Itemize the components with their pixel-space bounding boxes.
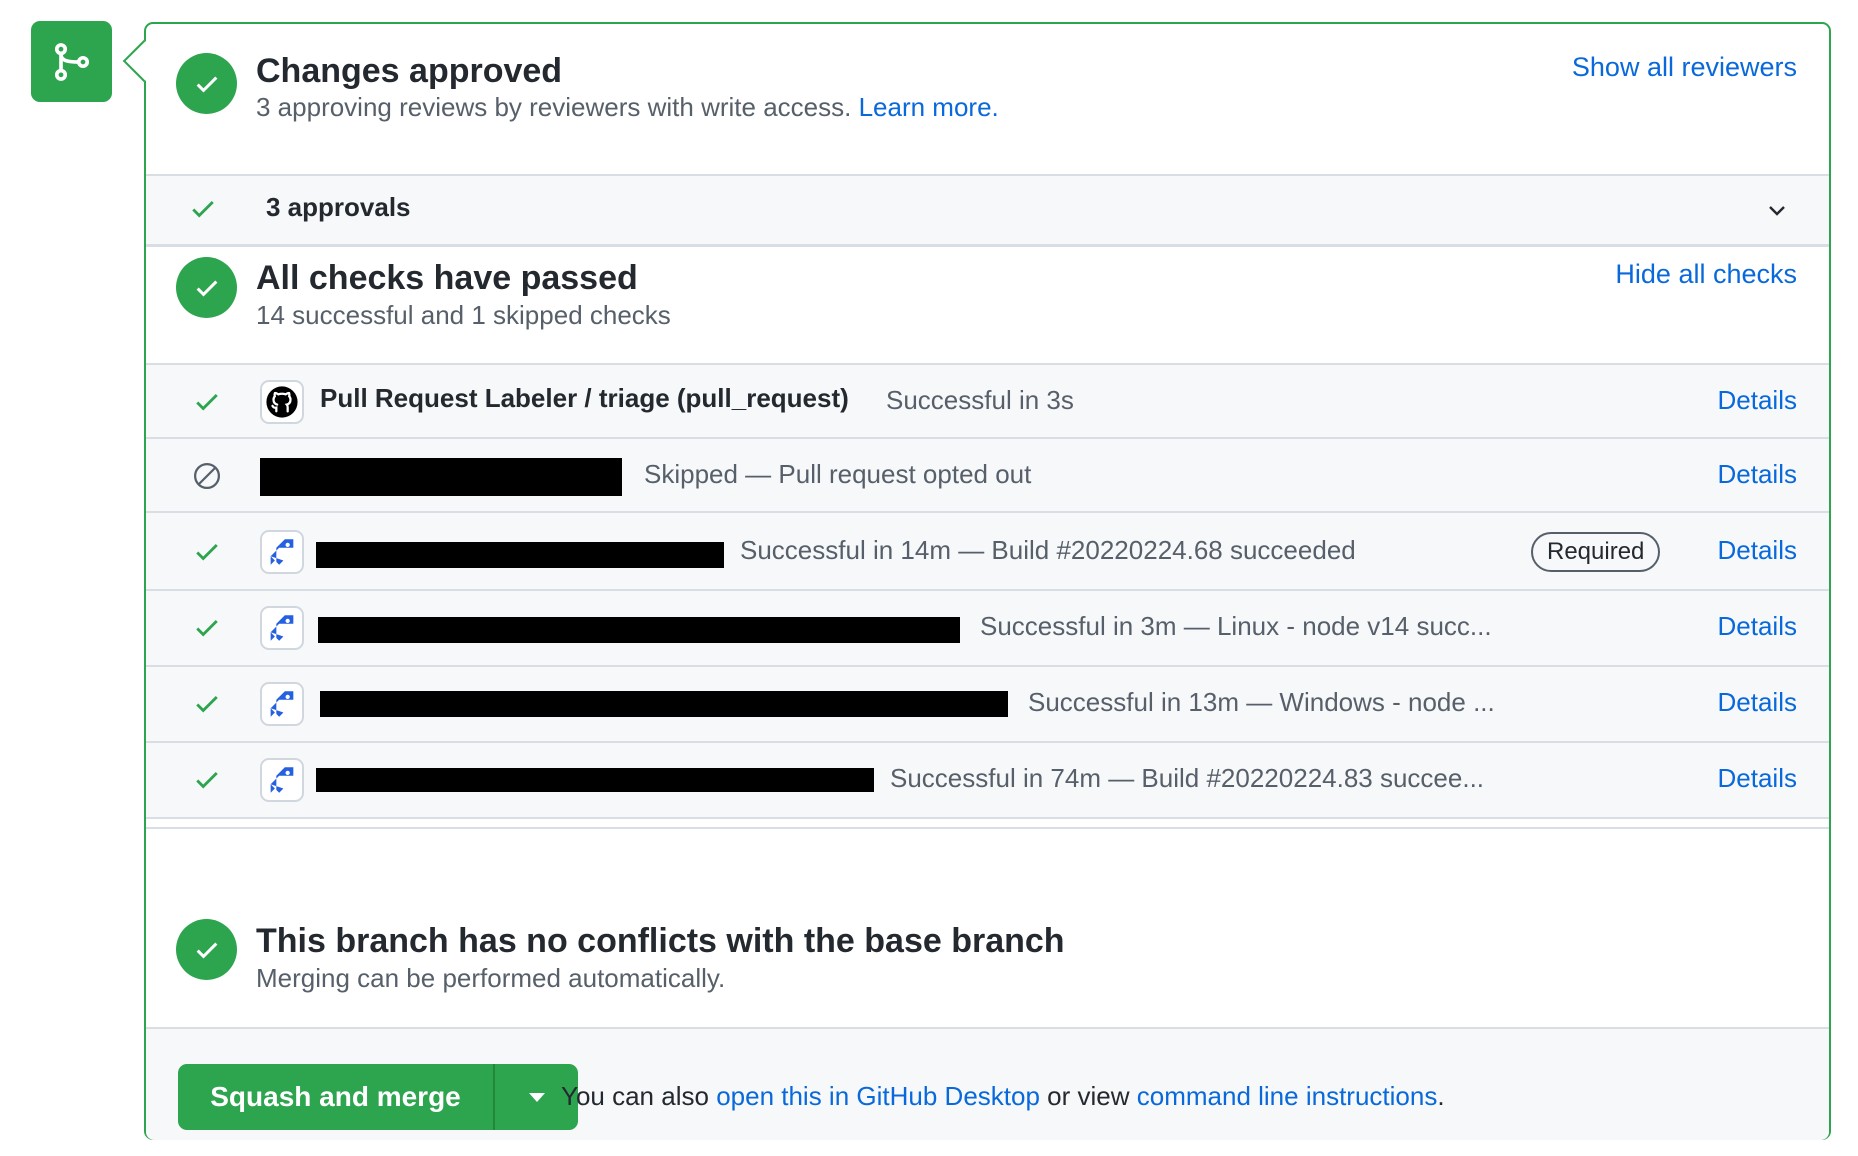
azure-pipelines-icon	[260, 606, 304, 650]
approvals-label: 3 approvals	[266, 192, 411, 222]
git-merge-icon	[54, 42, 89, 81]
triangle-down-icon	[528, 1093, 545, 1102]
conflicts-subtitle: Merging can be performed automatically.	[256, 963, 726, 993]
details-link[interactable]: Details	[1718, 535, 1797, 566]
check-description: Successful in 13m — Windows - node ...	[1028, 687, 1495, 717]
check-name: Pull Request Labeler / triage (pull_requ…	[320, 383, 849, 413]
approval-subtitle-text: 3 approving reviews by reviewers with wr…	[256, 92, 852, 122]
checks-subtitle: 14 successful and 1 skipped checks	[256, 300, 671, 330]
skip-icon	[192, 461, 222, 491]
approval-title: Changes approved	[256, 52, 563, 90]
check-row: Successful in 3m — Linux - node v14 succ…	[146, 589, 1829, 665]
check-description: Successful in 3s	[886, 385, 1074, 415]
redacted-check-name	[316, 542, 724, 568]
conflicts-title: This branch has no conflicts with the ba…	[256, 922, 1065, 960]
merge-note-middle: or view	[1047, 1081, 1130, 1111]
merge-note: You can also open this in GitHub Desktop…	[561, 1081, 1445, 1112]
required-badge: Required	[1531, 532, 1661, 572]
details-link[interactable]: Details	[1718, 459, 1797, 490]
redacted-check-name	[260, 458, 622, 496]
approval-subtitle: 3 approving reviews by reviewers with wr…	[256, 92, 999, 123]
azure-pipelines-icon	[260, 682, 304, 726]
check-description: Successful in 14m — Build #20220224.68 s…	[740, 535, 1356, 565]
conflicts-section: This branch has no conflicts with the ba…	[146, 829, 1829, 1027]
redacted-check-name	[320, 691, 1008, 717]
azure-pipelines-icon	[260, 758, 304, 802]
merge-note-prefix: You can also	[561, 1081, 709, 1111]
check-row: Successful in 74m — Build #20220224.83 s…	[146, 741, 1829, 817]
hide-all-checks-link[interactable]: Hide all checks	[1615, 259, 1797, 290]
details-link[interactable]: Details	[1718, 611, 1797, 642]
squash-merge-button-group: Squash and merge	[178, 1064, 578, 1130]
merge-box: Changes approved 3 approving reviews by …	[144, 22, 1831, 1140]
details-link[interactable]: Details	[1718, 763, 1797, 794]
check-row: Successful in 13m — Windows - node ... D…	[146, 665, 1829, 741]
azure-pipelines-icon	[260, 530, 304, 574]
divider	[146, 817, 1829, 819]
check-circle-icon	[176, 53, 237, 114]
check-description: Successful in 74m — Build #20220224.83 s…	[890, 763, 1485, 793]
github-icon	[260, 380, 304, 424]
redacted-check-name	[316, 768, 874, 792]
check-description: Skipped — Pull request opted out	[644, 459, 1032, 489]
details-link[interactable]: Details	[1718, 687, 1797, 718]
check-icon	[192, 765, 222, 795]
open-in-desktop-link[interactable]: open this in GitHub Desktop	[716, 1081, 1040, 1111]
details-link[interactable]: Details	[1718, 385, 1797, 416]
merge-note-suffix: .	[1437, 1081, 1445, 1111]
redacted-check-name	[318, 617, 960, 643]
learn-more-link[interactable]: Learn more.	[859, 92, 999, 122]
check-row: Pull Request Labeler / triage (pull_requ…	[146, 363, 1829, 437]
check-row: Successful in 14m — Build #20220224.68 s…	[146, 511, 1829, 589]
check-icon	[192, 200, 214, 218]
check-row: Skipped — Pull request opted out Details	[146, 437, 1829, 511]
check-description: Successful in 3m — Linux - node v14 succ…	[980, 611, 1492, 641]
merge-status-badge	[31, 21, 112, 102]
command-line-instructions-link[interactable]: command line instructions	[1137, 1081, 1438, 1111]
approval-section: Changes approved 3 approving reviews by …	[146, 24, 1829, 174]
check-icon	[192, 537, 222, 567]
checks-title: All checks have passed	[256, 259, 638, 297]
show-all-reviewers-link[interactable]: Show all reviewers	[1572, 52, 1797, 83]
squash-and-merge-button[interactable]: Squash and merge	[178, 1064, 495, 1130]
check-icon	[192, 689, 222, 719]
chevron-down-icon[interactable]	[1765, 198, 1789, 222]
check-circle-icon	[176, 919, 237, 980]
merge-area: Squash and merge You can also open this …	[146, 1027, 1829, 1140]
check-icon	[192, 387, 222, 417]
check-circle-icon	[176, 257, 237, 318]
check-icon	[192, 613, 222, 643]
approvals-row[interactable]: 3 approvals	[146, 174, 1829, 247]
divider	[146, 174, 1829, 176]
checks-section: All checks have passed 14 successful and…	[146, 247, 1829, 363]
